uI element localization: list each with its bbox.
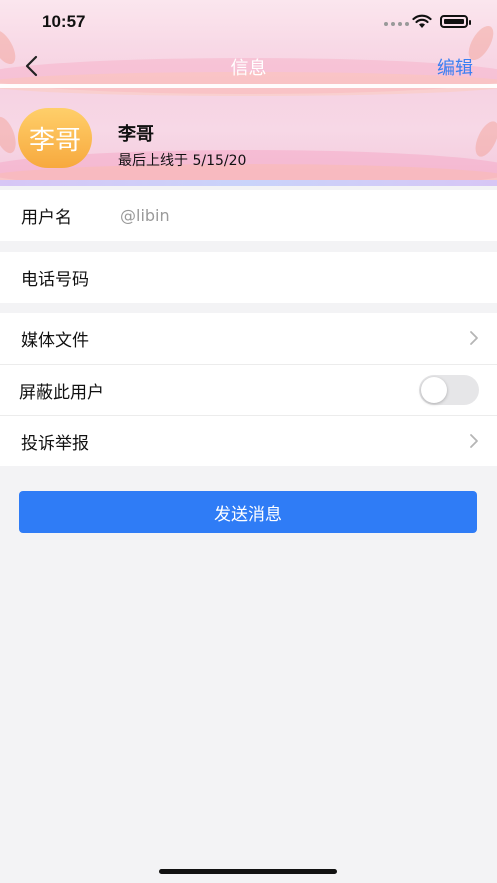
block-user-label: 屏蔽此用户 xyxy=(19,382,104,403)
home-indicator xyxy=(159,869,337,874)
battery-icon xyxy=(440,15,471,28)
cellular-signal-icon xyxy=(384,22,409,26)
username-label: 用户名 xyxy=(21,208,72,228)
media-files-row[interactable]: 媒体文件 xyxy=(0,313,497,364)
chevron-right-icon xyxy=(470,331,478,345)
send-message-button[interactable]: 发送消息 xyxy=(19,491,477,533)
block-user-toggle[interactable] xyxy=(419,375,479,405)
phone-label: 电话号码 xyxy=(21,270,89,290)
username-value: @libin xyxy=(120,206,170,225)
navigation-bar: 信息 编辑 xyxy=(0,44,497,88)
profile-name: 李哥 xyxy=(118,124,154,145)
report-row[interactable]: 投诉举报 xyxy=(0,415,497,466)
phone-row: 电话号码 xyxy=(0,252,497,303)
chevron-right-icon xyxy=(470,434,478,448)
phone-section: 电话号码 xyxy=(0,252,497,303)
actions-section: 媒体文件 屏蔽此用户 投诉举报 xyxy=(0,313,497,466)
username-row: 用户名 @libin xyxy=(0,190,497,241)
report-label: 投诉举报 xyxy=(21,433,89,454)
username-section: 用户名 @libin xyxy=(0,190,497,241)
last-online-text: 最后上线于 5/15/20 xyxy=(118,153,247,169)
page-title: 信息 xyxy=(230,58,267,79)
toggle-knob xyxy=(421,377,447,403)
edit-button[interactable]: 编辑 xyxy=(437,54,473,80)
block-user-row: 屏蔽此用户 xyxy=(0,364,497,415)
status-bar: 10:57 xyxy=(0,0,497,44)
decorative-band xyxy=(0,180,497,186)
avatar[interactable]: 李哥 xyxy=(18,108,92,168)
media-files-label: 媒体文件 xyxy=(21,331,89,351)
status-time: 10:57 xyxy=(42,12,86,31)
profile-header: 李哥 李哥 最后上线于 5/15/20 xyxy=(0,88,497,180)
wifi-icon xyxy=(412,14,432,28)
